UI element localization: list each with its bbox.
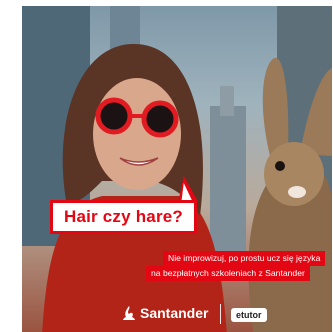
- logo-divider: [220, 304, 221, 324]
- rabbit-muzzle: [288, 186, 306, 198]
- speech-bubble-text: Hair czy hare?: [63, 207, 184, 226]
- santander-flame-icon: [123, 306, 135, 320]
- ad-banner: Hair czy hare? Nie improwizuj, po prostu…: [22, 6, 332, 332]
- caption-line-2: na bezpłatnych szkoleniach z Santander: [146, 266, 310, 281]
- sunglasses-right: [141, 100, 179, 138]
- center-tower: [210, 106, 246, 256]
- speech-bubble: Hair czy hare?: [50, 200, 197, 234]
- caption-line-1: Nie improwizuj, po prostu ucz się języka: [163, 251, 326, 266]
- etutor-logo: etutor: [231, 308, 267, 322]
- sunglasses-left: [95, 97, 133, 135]
- rabbit-eye: [275, 161, 285, 171]
- santander-logo: Santander: [122, 305, 208, 321]
- brand-name: Santander: [140, 305, 209, 321]
- photo-scene: [22, 6, 332, 332]
